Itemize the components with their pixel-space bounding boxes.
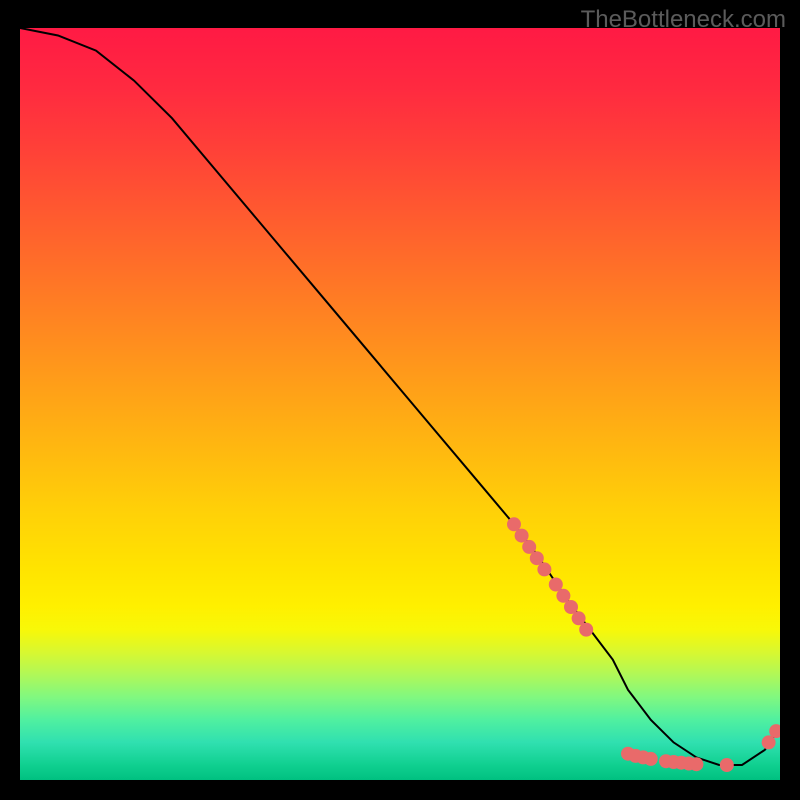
data-point [644,752,658,766]
plot-area [20,28,780,780]
watermark-text: TheBottleneck.com [581,6,786,34]
data-point [689,757,703,771]
bottleneck-curve [20,28,780,765]
chart-svg [20,28,780,780]
data-point [720,758,734,772]
data-point [537,562,551,576]
data-markers [507,517,780,772]
data-point [579,623,593,637]
